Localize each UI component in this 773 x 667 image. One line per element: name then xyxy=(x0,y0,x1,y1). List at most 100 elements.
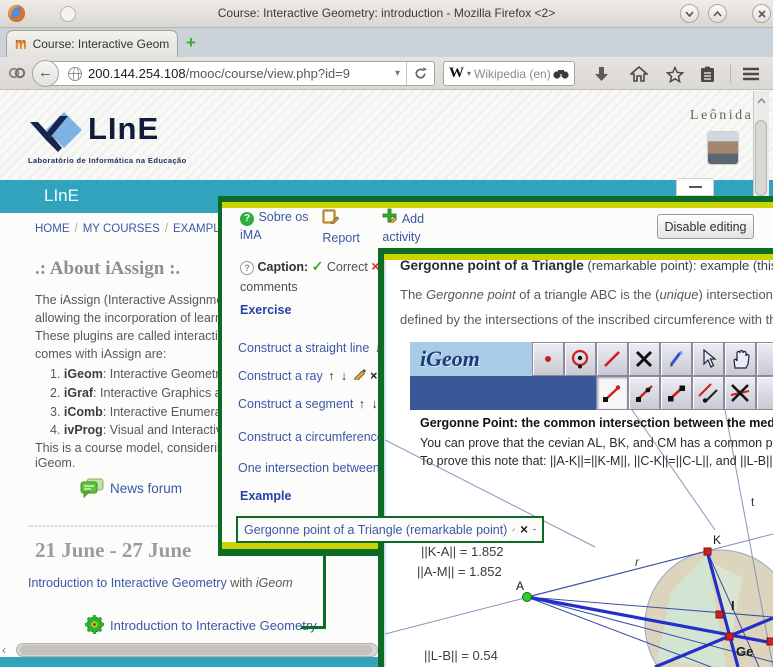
activity-link[interactable]: Construct a ray xyxy=(238,369,323,383)
example-heading: Example xyxy=(240,489,291,503)
vertical-scrollbar-thumb[interactable] xyxy=(755,120,767,196)
wikipedia-logo-icon: W xyxy=(449,65,464,82)
reload-button[interactable] xyxy=(406,62,434,85)
igeom-tool-point[interactable] xyxy=(532,342,564,376)
lesson-paragraph-line: defined by the intersections of the insc… xyxy=(400,312,773,327)
igeom-tool-line-two-points[interactable] xyxy=(596,376,628,410)
url-host: 200.144.254.108 xyxy=(88,66,186,81)
igeom-statusbar xyxy=(410,376,596,410)
igeom-tool-partial[interactable] xyxy=(756,342,773,376)
bookmarks-menu-button[interactable] xyxy=(696,63,718,85)
activity-row: One intersection between o xyxy=(238,459,390,477)
report-item[interactable]: Report xyxy=(322,208,374,247)
close-button[interactable] xyxy=(752,4,771,23)
igeom-tool-select[interactable] xyxy=(692,342,724,376)
search-engine-label: Wikipedia (en) xyxy=(474,67,550,81)
report-link[interactable]: Report xyxy=(322,231,360,245)
maximize-button[interactable] xyxy=(708,4,727,23)
edit-icon[interactable] xyxy=(353,367,366,380)
url-bar[interactable]: 200.144.254.108/mooc/course/view.php?id=… xyxy=(45,61,435,86)
chevron-down-icon xyxy=(685,11,694,17)
hscroll-left-arrow-icon[interactable]: ‹ xyxy=(2,643,6,657)
breadcrumb-home[interactable]: HOME xyxy=(35,223,70,235)
igeom-tool-segment-two-points[interactable] xyxy=(660,376,692,410)
news-forum-link[interactable]: News forum xyxy=(110,481,182,496)
search-binoculars-icon[interactable] xyxy=(553,68,569,80)
title-bar[interactable]: Course: Interactive Geometry: introducti… xyxy=(0,0,773,28)
caption-correct-label: Correct xyxy=(327,260,368,274)
about-ima-item[interactable]: ? Sobre os iMA xyxy=(240,208,314,247)
igeom-tool-move[interactable] xyxy=(724,342,756,376)
avatar[interactable] xyxy=(708,132,738,164)
search-bar[interactable]: W ▾ Wikipedia (en) xyxy=(443,61,575,86)
downloads-button[interactable] xyxy=(590,63,612,85)
igeom-activity-link[interactable]: Introduction to Interactive Geometry xyxy=(110,618,317,633)
move-up-icon[interactable]: ↑ xyxy=(358,397,366,411)
activity-link[interactable]: One intersection between o xyxy=(238,461,390,475)
igeom-tool-intersection[interactable] xyxy=(724,376,756,410)
logo-text[interactable]: LInE xyxy=(88,114,159,144)
tab-course[interactable]: m Course: Interactive Geometr... xyxy=(6,30,178,57)
delete-icon[interactable]: × xyxy=(520,522,528,537)
navigation-toolbar: ← 200.144.254.108/mooc/course/view.php?i… xyxy=(0,57,773,90)
breadcrumb-my-courses[interactable]: MY COURSES xyxy=(83,223,160,235)
eye-icon[interactable] xyxy=(533,525,536,534)
point-k xyxy=(704,548,711,555)
move-up-icon[interactable]: ↑ xyxy=(327,369,335,383)
circumference-icon xyxy=(569,348,591,370)
gergonne-activity-row: Gergonne point of a Triangle (remarkable… xyxy=(236,516,544,543)
back-button[interactable]: ← xyxy=(32,60,59,87)
horizontal-scrollbar-thumb[interactable] xyxy=(20,645,372,655)
igeom-tool-ray-two-points[interactable] xyxy=(628,376,660,410)
igeom-tool-delete[interactable] xyxy=(628,342,660,376)
logo-subtitle: Laboratório de Informática na Educação xyxy=(28,156,187,165)
igeom-name-italic: iGeom xyxy=(256,576,293,590)
navbar-menu-toggle[interactable] xyxy=(676,178,714,196)
home-button[interactable] xyxy=(628,63,650,85)
minimize-button[interactable] xyxy=(680,4,699,23)
search-engine-caret-icon[interactable]: ▾ xyxy=(467,69,471,78)
point-icon xyxy=(537,348,559,370)
edit-icon[interactable] xyxy=(512,523,515,536)
measurement: ||A-M|| = 1.852 xyxy=(417,564,502,579)
user-name[interactable]: Leônida xyxy=(690,108,753,124)
bookmark-star-button[interactable] xyxy=(664,63,686,85)
canvas-statement: To prove this note that: ||A-K||=||K-M||… xyxy=(420,454,773,468)
caption-help-icon[interactable]: ? xyxy=(240,261,254,275)
week-summary-link[interactable]: Introduction to Interactive Geometry xyxy=(28,576,227,590)
tab-title: Course: Interactive Geometr... xyxy=(33,37,169,51)
add-activity-item[interactable]: Add activity xyxy=(382,208,440,247)
menu-button[interactable] xyxy=(740,63,762,85)
igeom-tool-line[interactable] xyxy=(596,342,628,376)
activity-row: Construct a straight line ↓ xyxy=(238,339,382,357)
add-icon xyxy=(382,208,397,223)
scroll-up-icon xyxy=(757,98,766,104)
navbar-brand[interactable]: LInE xyxy=(44,186,79,206)
site-identity-icon[interactable] xyxy=(8,65,26,81)
measurement: ||K-A|| = 1.852 xyxy=(421,544,504,559)
url-dropdown-caret-icon[interactable]: ▾ xyxy=(389,68,406,79)
move-down-icon[interactable]: ↓ xyxy=(340,369,348,383)
gergonne-activity-link[interactable]: Gergonne point of a Triangle (remarkable… xyxy=(244,523,507,537)
igeom-tool-partial[interactable] xyxy=(756,376,773,410)
new-tab-button[interactable]: + xyxy=(186,34,196,51)
label-r: r xyxy=(635,555,640,569)
activity-link[interactable]: Construct a segment xyxy=(238,397,353,411)
disable-editing-button[interactable]: Disable editing xyxy=(657,214,754,239)
report-icon xyxy=(322,208,339,224)
activity-link[interactable]: Construct a circumference xyxy=(238,430,384,444)
tab-strip: m Course: Interactive Geometr... + xyxy=(0,28,773,57)
activity-link[interactable]: Construct a straight line xyxy=(238,341,369,355)
point-ge xyxy=(726,633,733,640)
line-logo-icon xyxy=(28,110,86,152)
igeom-tool-script[interactable] xyxy=(660,342,692,376)
delete-icon[interactable]: × xyxy=(370,369,377,383)
lesson-title: Gergonne point of a Triangle (remarkable… xyxy=(400,258,773,273)
about-footer-line: iGeom. xyxy=(35,456,219,470)
url-path: /mooc/course/view.php?id=9 xyxy=(186,66,350,81)
correct-check-icon: ✓ xyxy=(312,258,324,274)
about-heading: .: About iAssign :. xyxy=(35,258,180,280)
hamburger-icon xyxy=(742,67,760,81)
igeom-tool-circumference[interactable] xyxy=(564,342,596,376)
igeom-tool-parallel-line[interactable] xyxy=(692,376,724,410)
